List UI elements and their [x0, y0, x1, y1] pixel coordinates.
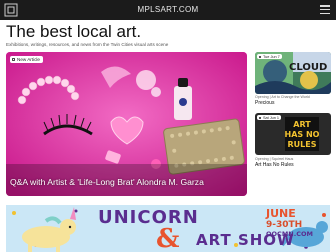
svg-text:RULES: RULES: [288, 140, 317, 149]
event-title[interactable]: Precious: [255, 100, 274, 106]
top-navigation-bar: MPLSART.COM: [0, 0, 336, 20]
new-article-badge-label: New Article: [17, 57, 40, 62]
banner-site: OOCMN.COM: [266, 230, 313, 238]
banner-date: JUNE 9-30TH OOCMN.COM: [266, 207, 313, 239]
svg-text:CLOUD: CLOUD: [289, 62, 327, 73]
banner-date-range: 9-30TH: [266, 220, 303, 230]
event-meta: Opening | Art to Change the World: [255, 95, 310, 99]
article-icon: [12, 58, 15, 62]
unicorn-art-show-banner[interactable]: UNICORN & ART SHOW JUNE 9-30TH OOCMN.COM: [6, 205, 330, 252]
page-headline: The best local art.: [6, 22, 142, 41]
svg-text:ART: ART: [293, 120, 311, 129]
banner-ampersand: &: [156, 224, 180, 252]
event-date-label: Tue Jun 7: [263, 54, 280, 59]
event-card-precious[interactable]: CLOUD Tue Jun 7: [255, 52, 331, 94]
hamburger-menu-icon[interactable]: [320, 5, 330, 14]
event-date-badge: Sat Jun 1: [257, 115, 282, 121]
site-name[interactable]: MPLSART.COM: [0, 5, 336, 14]
page-tagline: Exhibitions, writings, resources, and ne…: [6, 42, 169, 47]
banner-title-line1: UNICORN: [98, 207, 199, 228]
event-title[interactable]: Art Has No Rules: [255, 162, 294, 168]
event-date-label: Sat Jun 1: [263, 115, 280, 120]
banner-date-month: JUNE: [266, 207, 296, 220]
event-card-art-has-no-rules[interactable]: ART HAS NO RULES Sat Jun 1: [255, 113, 331, 155]
featured-article-card[interactable]: New Article: [6, 52, 247, 196]
featured-article-image: [6, 52, 247, 196]
featured-article-title[interactable]: Q&A with Artist & 'Life-Long Brat' Alond…: [10, 177, 204, 187]
new-article-badge: New Article: [10, 56, 43, 63]
calendar-icon: [258, 55, 262, 59]
svg-text:HAS NO: HAS NO: [285, 130, 320, 139]
event-date-badge: Tue Jun 7: [257, 54, 282, 60]
calendar-icon: [258, 116, 262, 120]
event-meta: Opening | Squirrel Haus: [255, 157, 294, 161]
